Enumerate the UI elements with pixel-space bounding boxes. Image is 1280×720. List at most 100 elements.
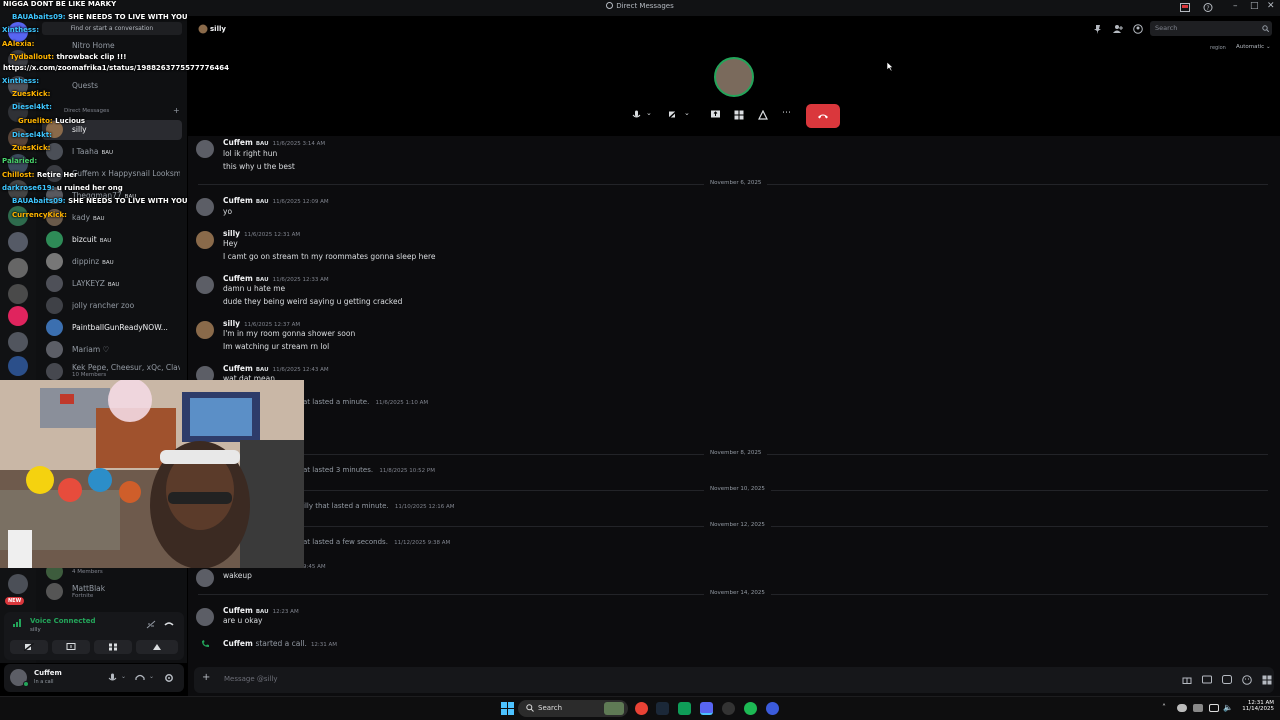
camera-toggle[interactable]: ⌄ <box>664 107 694 123</box>
minimize-icon[interactable]: – <box>1233 1 1238 11</box>
dm-item[interactable]: dippinz BAU <box>42 252 182 272</box>
avatar[interactable] <box>196 140 214 158</box>
dm-item[interactable]: PaintballGunReadyNOW... <box>42 318 182 338</box>
add-friends-icon[interactable] <box>1113 24 1123 34</box>
call-started-entry: Cuffem started a call. 12:31 AM <box>188 639 1268 651</box>
find-conversation-button[interactable]: Find or start a conversation <box>42 22 182 35</box>
message-author[interactable]: Cuffem BAU 12:23 AM <box>223 606 299 615</box>
app-icon[interactable] <box>766 702 779 715</box>
call-area: silly Search region Automatic ⌄ ⌄ ⌄ ⋯ <box>188 16 1280 136</box>
soundboard-button[interactable] <box>136 640 178 654</box>
bau-badge: BAU <box>99 238 112 244</box>
maximize-icon[interactable]: □ <box>1250 1 1259 11</box>
app-icon[interactable] <box>722 702 735 715</box>
inbox-icon[interactable] <box>1180 3 1190 12</box>
dm-item[interactable]: Kek Pepe, Cheesur, xQc, Clavi... 10 Memb… <box>42 362 182 382</box>
server-icon[interactable] <box>8 332 28 352</box>
profile-icon[interactable] <box>1133 24 1143 34</box>
server-icon[interactable] <box>8 356 28 376</box>
server-icon[interactable] <box>8 258 28 278</box>
taskbar-search[interactable]: Search <box>518 700 628 717</box>
message-author[interactable]: Cuffem BAU 11/6/2025 12:09 AM <box>223 196 329 205</box>
close-icon[interactable]: ✕ <box>1267 1 1275 11</box>
screen-share-icon[interactable] <box>710 110 721 120</box>
new-dm-plus-icon[interactable]: + <box>173 106 180 115</box>
help-icon[interactable]: ? <box>1203 3 1213 12</box>
microphone-icon[interactable] <box>108 673 117 683</box>
discord-icon[interactable] <box>700 702 713 715</box>
message: silly 11/6/2025 12:37 AM I'm in my room g… <box>188 319 1268 353</box>
share-screen-button[interactable] <box>52 640 90 654</box>
display-icon[interactable] <box>1209 704 1219 712</box>
dm-item-sub: 10 Members <box>72 372 107 378</box>
signal-icon[interactable] <box>12 618 22 628</box>
dm-item-label: MattBlak <box>72 584 106 593</box>
avatar[interactable] <box>196 608 214 626</box>
avatar <box>46 363 63 380</box>
chevron-down-icon[interactable]: ⌄ <box>121 673 126 680</box>
camera-button[interactable] <box>10 640 48 654</box>
chevron-up-icon[interactable]: ˄ <box>1162 703 1166 712</box>
more-options-icon[interactable]: ⋯ <box>782 108 791 118</box>
avatar <box>46 583 63 600</box>
pin-icon[interactable] <box>1093 24 1103 34</box>
message-text: damn u hate me <box>223 284 286 293</box>
message-author[interactable]: silly 11/6/2025 12:31 AM <box>223 229 300 238</box>
mute-toggle[interactable]: ⌄ <box>628 107 658 123</box>
dm-item[interactable]: MattBlak Fortnite <box>42 582 182 602</box>
date-divider: November 6, 2025 <box>198 180 1268 186</box>
message-author[interactable]: Cuffem BAU 11/6/2025 12:43 AM <box>223 364 329 373</box>
dm-item[interactable]: I Taaha BAU <box>42 142 182 162</box>
quests-link[interactable]: Quests <box>42 76 182 96</box>
spotify-icon[interactable] <box>744 702 757 715</box>
server-icon[interactable] <box>8 306 28 326</box>
activities-icon[interactable] <box>734 110 744 120</box>
message-author[interactable]: silly 11/6/2025 12:37 AM <box>223 319 300 328</box>
attach-plus-icon[interactable]: + <box>202 672 210 683</box>
message-timestamp: 11/6/2025 12:09 AM <box>272 199 329 205</box>
sticker-icon[interactable] <box>1222 675 1232 684</box>
avatar[interactable] <box>196 276 214 294</box>
settings-gear-icon[interactable] <box>164 673 174 683</box>
stream-chat-line: Tydballout: throwback clip !!! <box>10 53 127 61</box>
chevron-down-icon[interactable]: ⌄ <box>149 673 154 680</box>
gif-icon[interactable] <box>1202 675 1212 684</box>
avatar[interactable] <box>196 569 214 587</box>
hang-up-button[interactable] <box>806 104 840 128</box>
dm-item[interactable]: LAYKEYZ BAU <box>42 274 182 294</box>
start-menu-icon[interactable] <box>501 702 514 715</box>
emoji-icon[interactable] <box>1242 675 1252 685</box>
cloud-icon[interactable] <box>1177 704 1187 712</box>
region-select[interactable]: Automatic ⌄ <box>1236 44 1271 50</box>
search-input[interactable]: Search <box>1150 21 1272 36</box>
avatar[interactable] <box>196 321 214 339</box>
server-icon[interactable] <box>8 574 28 594</box>
dm-item[interactable]: jolly rancher zoo <box>42 296 182 316</box>
activities-icon <box>109 643 117 651</box>
chrome-icon[interactable] <box>635 702 648 715</box>
message-author[interactable]: Cuffem BAU 11/6/2025 12:33 AM <box>223 274 329 283</box>
headphones-icon[interactable] <box>135 673 145 683</box>
apps-icon[interactable] <box>1262 675 1272 685</box>
activities-button[interactable] <box>94 640 132 654</box>
app-icon[interactable] <box>678 702 691 715</box>
disconnect-icon[interactable] <box>164 620 174 629</box>
message-author[interactable]: Cuffem BAU 11/6/2025 3:14 AM <box>223 138 325 147</box>
clock[interactable]: 12:31 AM 11/14/2025 <box>1238 700 1274 712</box>
noise-suppression-icon[interactable] <box>146 620 156 629</box>
tray-icon[interactable] <box>1193 704 1203 712</box>
server-icon[interactable] <box>8 232 28 252</box>
dm-item[interactable]: Mariam ♡ <box>42 340 182 360</box>
gift-icon[interactable] <box>1182 675 1192 684</box>
steam-icon[interactable] <box>656 702 669 715</box>
stream-chat-line: ZuesKick: <box>12 90 51 98</box>
stream-chat-line: CurrencyKick: <box>12 211 67 219</box>
nitro-label: Nitro Home <box>72 41 115 50</box>
dm-item[interactable]: bizcuit BAU <box>42 230 182 250</box>
message-input[interactable]: + Message @silly <box>194 667 1274 693</box>
soundboard-icon[interactable] <box>758 110 768 120</box>
server-icon[interactable] <box>8 284 28 304</box>
avatar[interactable] <box>196 231 214 249</box>
avatar[interactable] <box>196 198 214 216</box>
volume-icon[interactable]: 🔈 <box>1223 703 1233 712</box>
